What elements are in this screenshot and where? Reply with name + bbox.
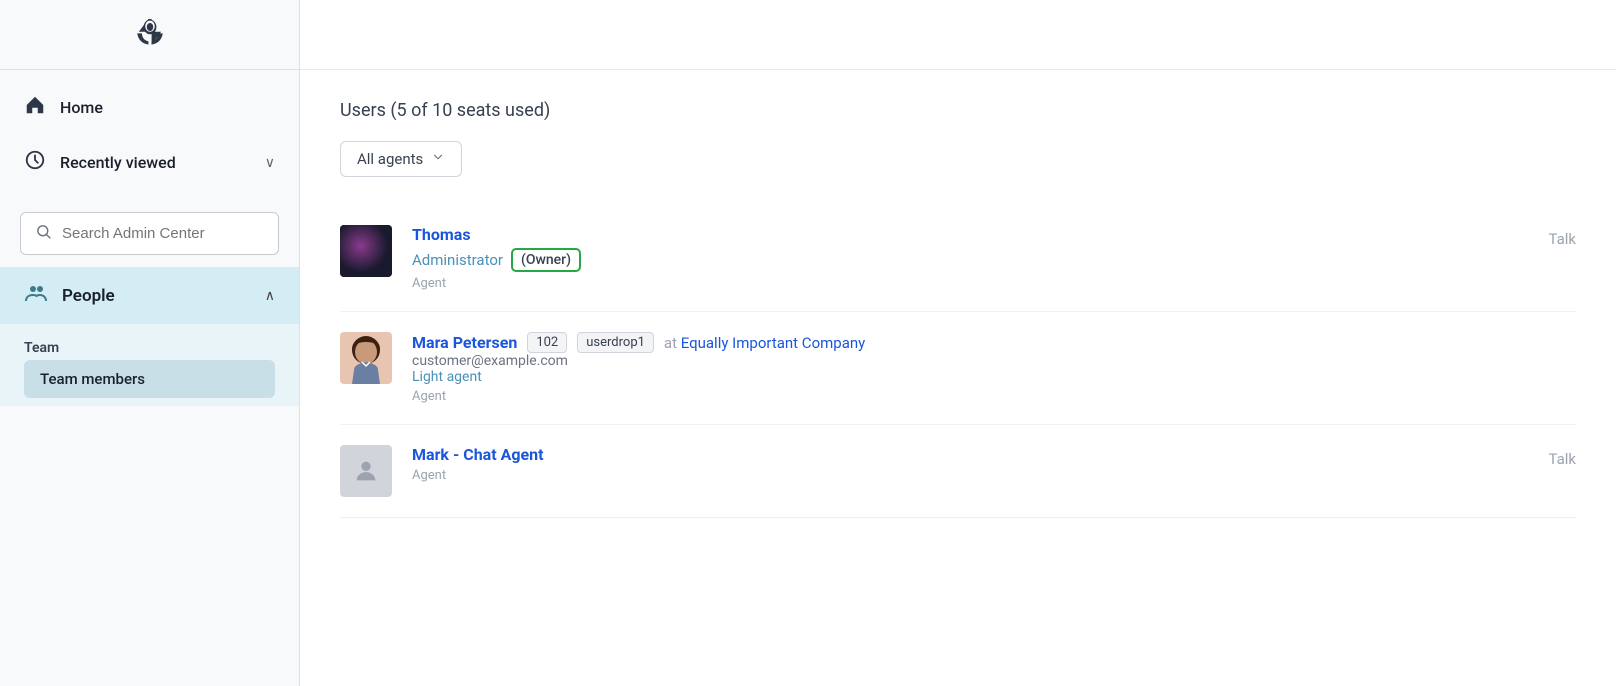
main-content: Users (5 of 10 seats used) All agents Th… xyxy=(300,0,1616,686)
thomas-user-info: Thomas Administrator (Owner) Agent xyxy=(412,225,581,291)
users-title: Users (5 of 10 seats used) xyxy=(340,100,1576,121)
filter-label: All agents xyxy=(357,150,423,168)
mark-user-info: Mark - Chat Agent Agent xyxy=(412,445,1528,483)
content-body: Users (5 of 10 seats used) All agents Th… xyxy=(300,70,1616,548)
sidebar-item-people[interactable]: People ∧ xyxy=(0,267,299,324)
mara-at-company: at Equally Important Company xyxy=(664,334,865,352)
table-row: Thomas Administrator (Owner) Agent Talk xyxy=(340,205,1576,312)
content-header xyxy=(300,0,1616,70)
table-row: Mark - Chat Agent Agent Talk xyxy=(340,425,1576,518)
filter-dropdown[interactable]: All agents xyxy=(340,141,462,177)
team-label: Team xyxy=(24,340,275,356)
search-container xyxy=(0,200,299,267)
search-icon xyxy=(35,223,52,244)
home-icon xyxy=(24,94,46,121)
mark-name[interactable]: Mark - Chat Agent xyxy=(412,445,544,464)
mara-email: customer@example.com xyxy=(412,353,1576,369)
sidebar-item-recently-viewed[interactable]: Recently viewed ∨ xyxy=(0,135,299,190)
search-input[interactable] xyxy=(62,225,264,242)
mara-badge-tag: userdrop1 xyxy=(577,332,654,353)
thomas-role: Administrator xyxy=(412,251,503,269)
mara-name[interactable]: Mara Petersen xyxy=(412,333,517,352)
sidebar-item-team-members[interactable]: Team members xyxy=(24,360,275,398)
mark-agent-label: Agent xyxy=(412,468,1528,483)
people-label: People xyxy=(62,286,251,306)
mara-badge-number: 102 xyxy=(527,332,567,353)
people-section: People ∧ Team Team members xyxy=(0,267,299,406)
mark-right: Talk xyxy=(1548,445,1576,468)
zendesk-logo-icon xyxy=(126,11,174,59)
recently-viewed-label: Recently viewed xyxy=(60,153,251,172)
team-section: Team Team members xyxy=(0,324,299,406)
thomas-talk-label: Talk xyxy=(1548,230,1576,248)
mara-company-link[interactable]: Equally Important Company xyxy=(681,334,866,352)
thomas-name-row: Thomas xyxy=(412,225,581,244)
mara-role: Light agent xyxy=(412,369,1576,385)
people-chevron: ∧ xyxy=(265,288,275,304)
recently-viewed-chevron: ∨ xyxy=(265,155,275,171)
clock-icon xyxy=(24,149,46,176)
sidebar-logo xyxy=(0,0,299,70)
sidebar: Home Recently viewed ∨ xyxy=(0,0,300,686)
sidebar-navigation: Home Recently viewed ∨ xyxy=(0,70,299,200)
thomas-agent-label: Agent xyxy=(412,276,581,291)
filter-chevron-icon xyxy=(431,150,445,168)
search-box[interactable] xyxy=(20,212,279,255)
mark-name-row: Mark - Chat Agent xyxy=(412,445,1528,464)
avatar xyxy=(340,225,392,277)
home-label: Home xyxy=(60,98,275,117)
mara-name-row: Mara Petersen 102 userdrop1 at Equally I… xyxy=(412,332,1576,353)
table-row: Mara Petersen 102 userdrop1 at Equally I… xyxy=(340,312,1576,425)
avatar xyxy=(340,332,392,384)
mara-user-info: Mara Petersen 102 userdrop1 at Equally I… xyxy=(412,332,1576,404)
thomas-right: Talk xyxy=(1548,225,1576,248)
sidebar-item-home[interactable]: Home xyxy=(0,80,299,135)
thomas-owner-badge: (Owner) xyxy=(511,248,581,272)
thomas-name[interactable]: Thomas xyxy=(412,225,471,244)
mark-talk-label: Talk xyxy=(1548,450,1576,468)
mara-agent-label: Agent xyxy=(412,389,1576,404)
avatar xyxy=(340,445,392,497)
people-icon xyxy=(24,281,48,310)
